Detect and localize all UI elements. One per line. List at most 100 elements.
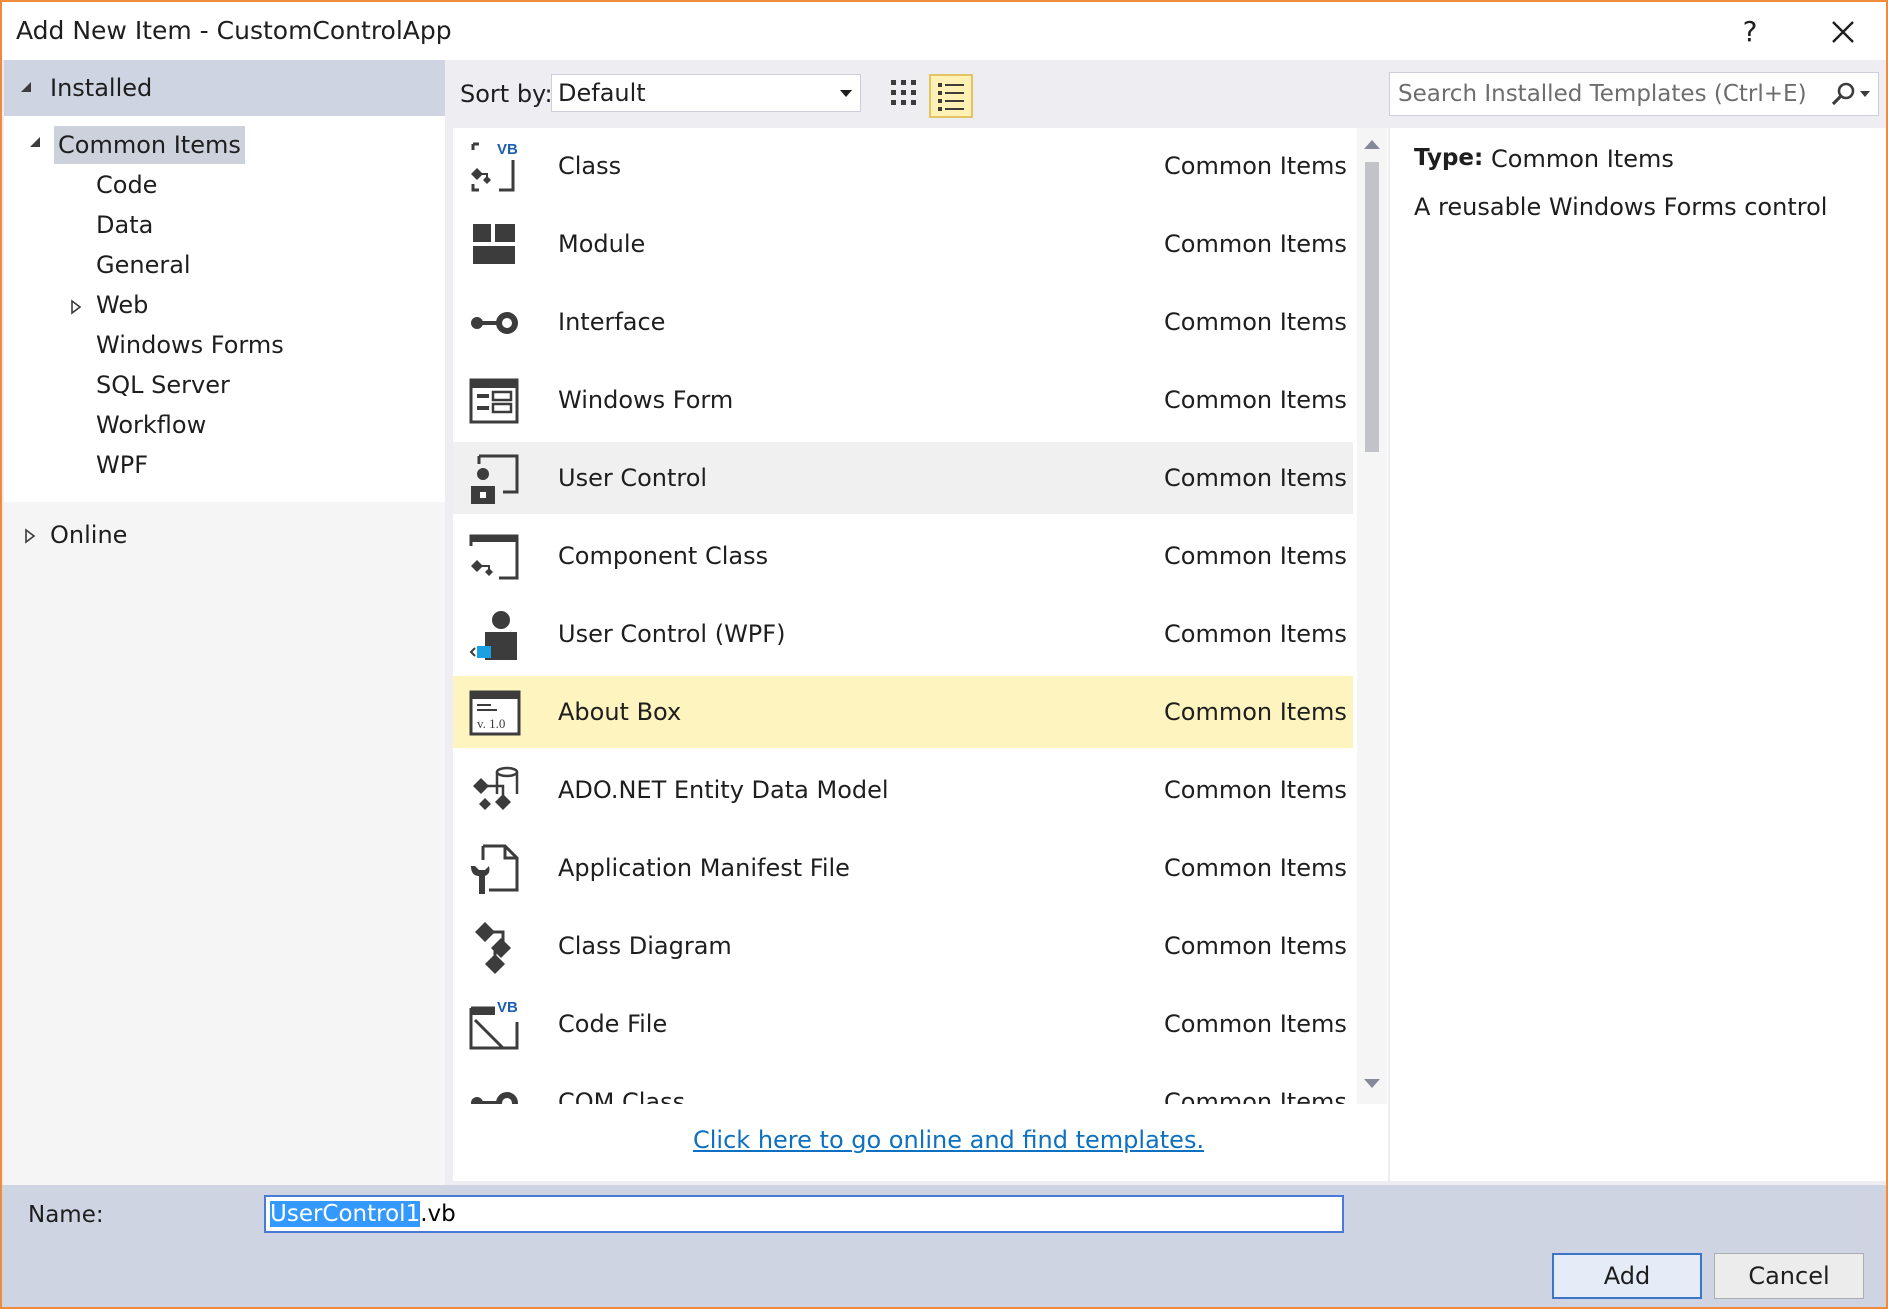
template-item-class[interactable]: VB Class Common Items: [453, 130, 1353, 202]
template-name: User Control: [558, 464, 708, 492]
about-box-icon: v. 1.0: [469, 690, 521, 736]
search-icon[interactable]: [1830, 81, 1856, 107]
template-category: Common Items: [1164, 386, 1347, 414]
template-category: Common Items: [1164, 308, 1347, 336]
class-diagram-icon: [475, 922, 511, 974]
template-item-windows-form[interactable]: Windows Form Common Items: [453, 364, 1353, 436]
tree-node-common-items[interactable]: Common Items: [54, 126, 245, 164]
scroll-up-icon[interactable]: [1363, 138, 1381, 150]
template-item-module[interactable]: Module Common Items: [453, 208, 1353, 280]
version-text: v. 1.0: [477, 716, 505, 731]
manifest-file-icon: [471, 844, 519, 894]
vb-badge: VB: [497, 999, 518, 1016]
template-item-user-control-wpf[interactable]: User Control (WPF) Common Items: [453, 598, 1353, 670]
sort-by-value: Default: [558, 79, 646, 107]
name-label: Name:: [28, 1202, 104, 1228]
close-icon: [1832, 21, 1854, 43]
collapsed-arrow-icon: [25, 528, 36, 544]
tree-node-code[interactable]: Code: [96, 166, 157, 204]
vb-badge: VB: [497, 141, 518, 158]
tree-node-web[interactable]: Web: [96, 286, 148, 324]
online-label: Online: [50, 521, 128, 549]
template-name: About Box: [558, 698, 682, 726]
collapsed-arrow-icon[interactable]: [70, 299, 82, 315]
tree-node-installed[interactable]: Installed: [4, 60, 445, 116]
title-bar: Add New Item - CustomControlApp ?: [2, 2, 1886, 60]
cancel-button[interactable]: Cancel: [1714, 1253, 1864, 1299]
template-name: Class: [558, 152, 622, 180]
template-category: Common Items: [1164, 230, 1347, 258]
template-category: Common Items: [1164, 152, 1347, 180]
chevron-down-icon[interactable]: [1860, 91, 1870, 98]
grid-view-icon: [891, 80, 916, 105]
template-name: COM Class: [558, 1088, 686, 1104]
user-control-wpf-icon: [469, 611, 517, 660]
type-label: Type:: [1414, 145, 1484, 171]
template-name: Windows Form: [558, 386, 734, 414]
template-category: Common Items: [1164, 854, 1347, 882]
expanded-arrow-icon: [21, 82, 31, 92]
template-name: Class Diagram: [558, 932, 732, 960]
template-category: Common Items: [1164, 1088, 1347, 1104]
installed-label: Installed: [50, 74, 153, 102]
close-button[interactable]: [1817, 8, 1869, 56]
tree-node-data[interactable]: Data: [96, 206, 153, 244]
component-class-icon: [469, 534, 519, 580]
user-control-icon: [471, 454, 519, 504]
tree-node-online[interactable]: Online: [4, 513, 445, 561]
name-input[interactable]: [264, 1195, 1344, 1233]
tree-node-sql-server[interactable]: SQL Server: [96, 366, 230, 404]
sort-by-dropdown[interactable]: Default: [551, 74, 861, 112]
add-button[interactable]: Add: [1552, 1253, 1702, 1299]
template-name: Module: [558, 230, 646, 258]
list-view-button[interactable]: [929, 74, 973, 118]
template-category: Common Items: [1164, 542, 1347, 570]
template-name: User Control (WPF): [558, 620, 786, 648]
template-name: Interface: [558, 308, 666, 336]
template-category: Common Items: [1164, 932, 1347, 960]
template-category: Common Items: [1164, 1010, 1347, 1038]
search-box: [1389, 72, 1879, 116]
template-list-scrollbar[interactable]: [1357, 128, 1387, 1104]
tree-node-general[interactable]: General: [96, 246, 191, 284]
template-list: VB Class Common Items Module Common Item…: [453, 128, 1353, 1104]
com-class-icon: [471, 1092, 518, 1104]
template-name: Code File: [558, 1010, 668, 1038]
chevron-down-icon: [840, 90, 852, 97]
add-new-item-dialog: Add New Item - CustomControlApp ? Instal…: [0, 0, 1888, 1309]
template-item-interface[interactable]: Interface Common Items: [453, 286, 1353, 358]
search-templates-input[interactable]: [1398, 79, 1818, 109]
template-details-panel: Type: Common Items A reusable Windows Fo…: [1390, 128, 1886, 1181]
scroll-down-icon[interactable]: [1363, 1078, 1381, 1090]
template-description: A reusable Windows Forms control: [1414, 193, 1828, 221]
installed-children: Common Items Code Data General Web Windo…: [4, 116, 445, 502]
template-item-ado-net-entity-data-model[interactable]: ADO.NET Entity Data Model Common Items: [453, 754, 1353, 826]
class-vb-icon: VB: [471, 141, 518, 192]
template-name: ADO.NET Entity Data Model: [558, 776, 889, 804]
expanded-arrow-icon: [30, 137, 40, 147]
template-item-user-control[interactable]: User Control Common Items: [453, 442, 1353, 514]
template-item-application-manifest-file[interactable]: Application Manifest File Common Items: [453, 832, 1353, 904]
code-file-vb-icon: VB: [469, 999, 519, 1050]
windows-form-icon: [469, 378, 519, 424]
tree-node-workflow[interactable]: Workflow: [96, 406, 206, 444]
template-name: Application Manifest File: [558, 854, 850, 882]
window-title: Add New Item - CustomControlApp: [16, 16, 452, 45]
scrollbar-thumb[interactable]: [1365, 162, 1379, 452]
template-item-com-class[interactable]: COM Class Common Items: [453, 1066, 1353, 1104]
template-category: Common Items: [1164, 620, 1347, 648]
template-item-class-diagram[interactable]: Class Diagram Common Items: [453, 910, 1353, 982]
template-item-about-box[interactable]: v. 1.0 About Box Common Items: [453, 676, 1353, 748]
online-templates-link[interactable]: Click here to go online and find templat…: [693, 1126, 1204, 1154]
type-value: Common Items: [1491, 145, 1674, 173]
tree-node-wpf[interactable]: WPF: [96, 446, 148, 484]
help-button[interactable]: ?: [1726, 10, 1774, 54]
small-icons-view-button[interactable]: [885, 74, 923, 112]
interface-icon: [471, 312, 518, 334]
tree-node-windows-forms[interactable]: Windows Forms: [96, 326, 284, 364]
template-item-component-class[interactable]: Component Class Common Items: [453, 520, 1353, 592]
template-category: Common Items: [1164, 464, 1347, 492]
template-item-code-file[interactable]: VB Code File Common Items: [453, 988, 1353, 1060]
template-category: Common Items: [1164, 776, 1347, 804]
module-icon: [473, 224, 515, 264]
